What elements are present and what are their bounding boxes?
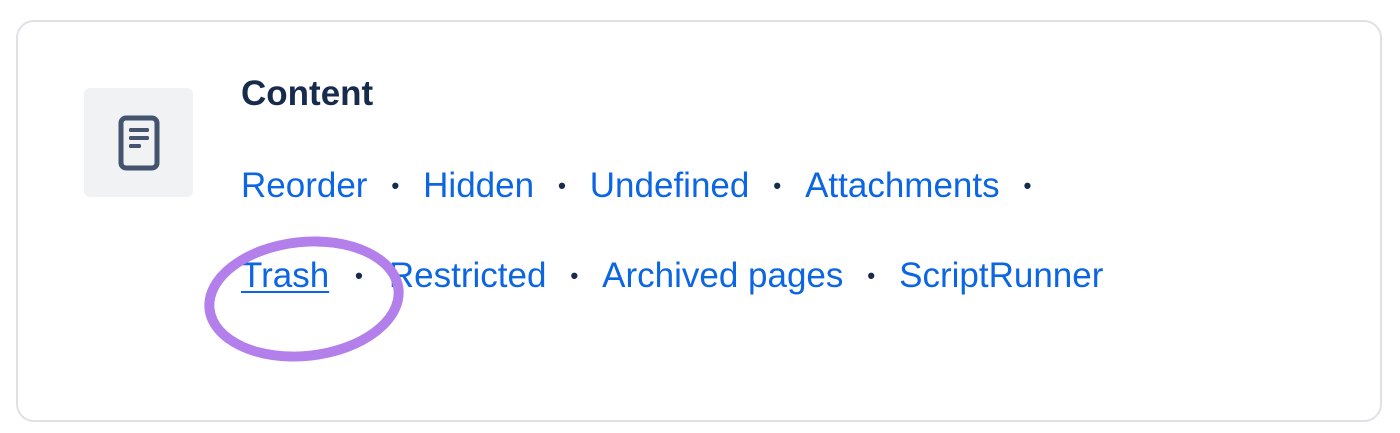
document-icon [118,115,159,170]
icon-tile [84,88,193,197]
separator-dot: • [391,173,400,198]
links-row-2: Trash • Restricted • Archived pages • Sc… [241,251,1103,301]
link-trash[interactable]: Trash [241,256,329,296]
separator-dot: • [773,173,782,198]
link-undefined[interactable]: Undefined [590,166,750,206]
link-scriptrunner[interactable]: ScriptRunner [899,256,1103,296]
link-archived-pages[interactable]: Archived pages [602,256,843,296]
separator-dot: • [1023,173,1032,198]
link-hidden[interactable]: Hidden [423,166,534,206]
separator-dot: • [355,263,363,288]
link-attachments[interactable]: Attachments [805,166,1000,206]
link-reorder[interactable]: Reorder [241,166,367,206]
link-restricted[interactable]: Restricted [389,256,547,296]
separator-dot: • [570,263,579,288]
section-title: Content [241,74,374,113]
links-row-1: Reorder • Hidden • Undefined • Attachmen… [241,161,1055,211]
separator-dot: • [558,173,566,198]
separator-dot: • [867,263,876,288]
content-admin-card [16,20,1382,422]
